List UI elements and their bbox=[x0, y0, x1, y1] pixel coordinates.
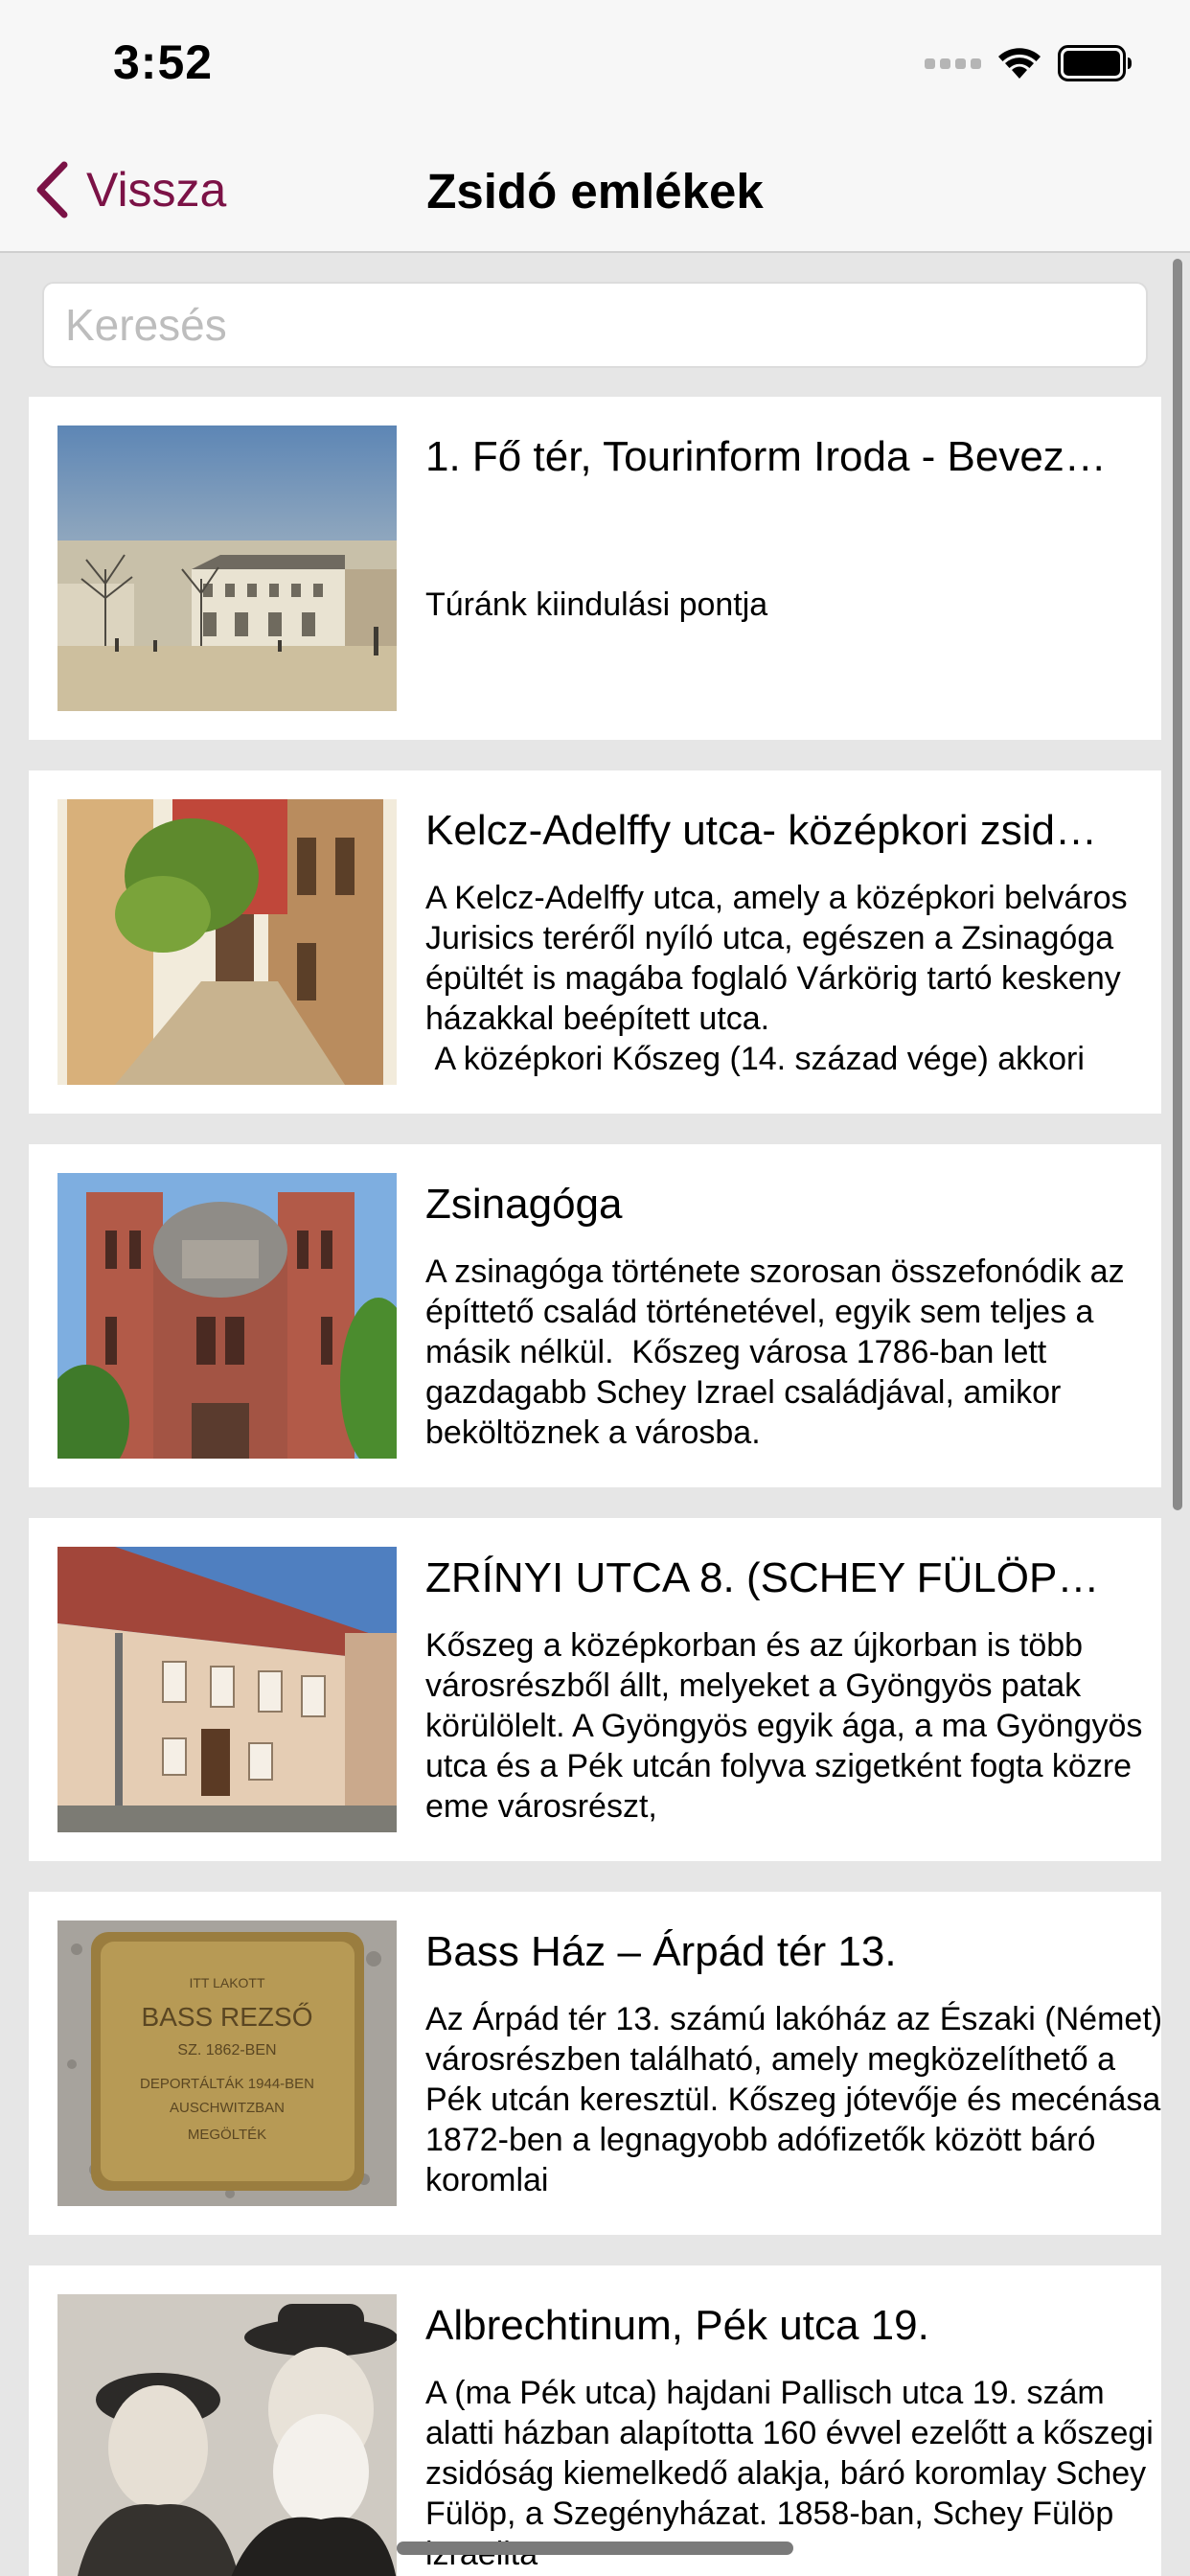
item-description: Túránk kiindulási pontja bbox=[425, 586, 768, 623]
list-item[interactable]: ITT LAKOTT BASS REZSŐ SZ. 1862-BEN DEPOR… bbox=[29, 1892, 1163, 2235]
item-title: Zsinagóga bbox=[425, 1181, 623, 1228]
battery-icon bbox=[1058, 45, 1132, 81]
status-icons bbox=[925, 44, 1133, 82]
screen: 3:52 Vissza Zsidó emlékek Keresés 1. Fő … bbox=[0, 0, 1190, 2576]
plaque-line-2: BASS REZSŐ bbox=[142, 2002, 313, 2032]
places-list: 1. Fő tér, Tourinform Iroda - Bevez… Túr… bbox=[29, 397, 1163, 2576]
scroll-indicator[interactable] bbox=[1173, 259, 1182, 1510]
thumbnail-street bbox=[57, 799, 397, 1085]
list-item[interactable]: Kelcz-Adelffy utca- középkori zsid… A Ke… bbox=[29, 770, 1161, 1114]
list-item[interactable]: ZRÍNYI UTCA 8. (SCHEY FÜLÖP… Kőszeg a kö… bbox=[29, 1518, 1161, 1861]
navigation-bar: Vissza Zsidó emlékek bbox=[0, 126, 1190, 253]
search-bar bbox=[42, 282, 1148, 368]
item-title: ZRÍNYI UTCA 8. (SCHEY FÜLÖP… bbox=[425, 1554, 1100, 1601]
plaque-line-3: SZ. 1862-BEN bbox=[177, 2042, 276, 2058]
thumbnail-memorial-stone: ITT LAKOTT BASS REZSŐ SZ. 1862-BEN DEPOR… bbox=[57, 1920, 397, 2206]
thumbnail-synagogue bbox=[57, 1173, 397, 1459]
search-input[interactable] bbox=[42, 282, 1148, 368]
item-description: A zsinagóga története szorosan összefonó… bbox=[425, 1254, 1134, 1451]
item-title: Albrechtinum, Pék utca 19. bbox=[425, 2302, 929, 2349]
status-bar: 3:52 bbox=[0, 0, 1190, 126]
item-title: Kelcz-Adelffy utca- középkori zsid… bbox=[425, 807, 1098, 854]
item-description: A Kelcz-Adelffy utca, amely a középkori … bbox=[425, 880, 1128, 1077]
plaque-line-1: ITT LAKOTT bbox=[189, 1975, 265, 1990]
page-title: Zsidó emlékek bbox=[426, 164, 764, 218]
list-item[interactable]: 1. Fő tér, Tourinform Iroda - Bevez… Túr… bbox=[29, 397, 1161, 740]
thumbnail-main-square bbox=[57, 426, 397, 711]
plaque-line-6: MEGÖLTÉK bbox=[188, 2126, 266, 2143]
thumbnail-house bbox=[57, 1547, 397, 1832]
thumbnail-portrait bbox=[57, 2294, 397, 2576]
list-item[interactable]: Zsinagóga A zsinagóga története szorosan… bbox=[29, 1144, 1161, 1487]
item-title: Bass Ház – Árpád tér 13. bbox=[425, 1928, 897, 1975]
cellular-signal-icon bbox=[925, 58, 981, 69]
item-description: Az Árpád tér 13. számú lakóház az Északi… bbox=[425, 2001, 1163, 2198]
plaque-line-4: DEPORTÁLTÁK 1944-BEN bbox=[140, 2076, 314, 2092]
status-time: 3:52 bbox=[113, 35, 214, 89]
home-indicator[interactable] bbox=[397, 2542, 793, 2555]
plaque-line-5: AUSCHWITZBAN bbox=[170, 2100, 285, 2116]
list-item[interactable]: Albrechtinum, Pék utca 19. A (ma Pék utc… bbox=[29, 2266, 1161, 2576]
wifi-icon bbox=[998, 48, 1041, 79]
item-title: 1. Fő tér, Tourinform Iroda - Bevez… bbox=[425, 433, 1107, 480]
item-description: Kőszeg a középkorban és az újkorban is t… bbox=[425, 1627, 1152, 1825]
